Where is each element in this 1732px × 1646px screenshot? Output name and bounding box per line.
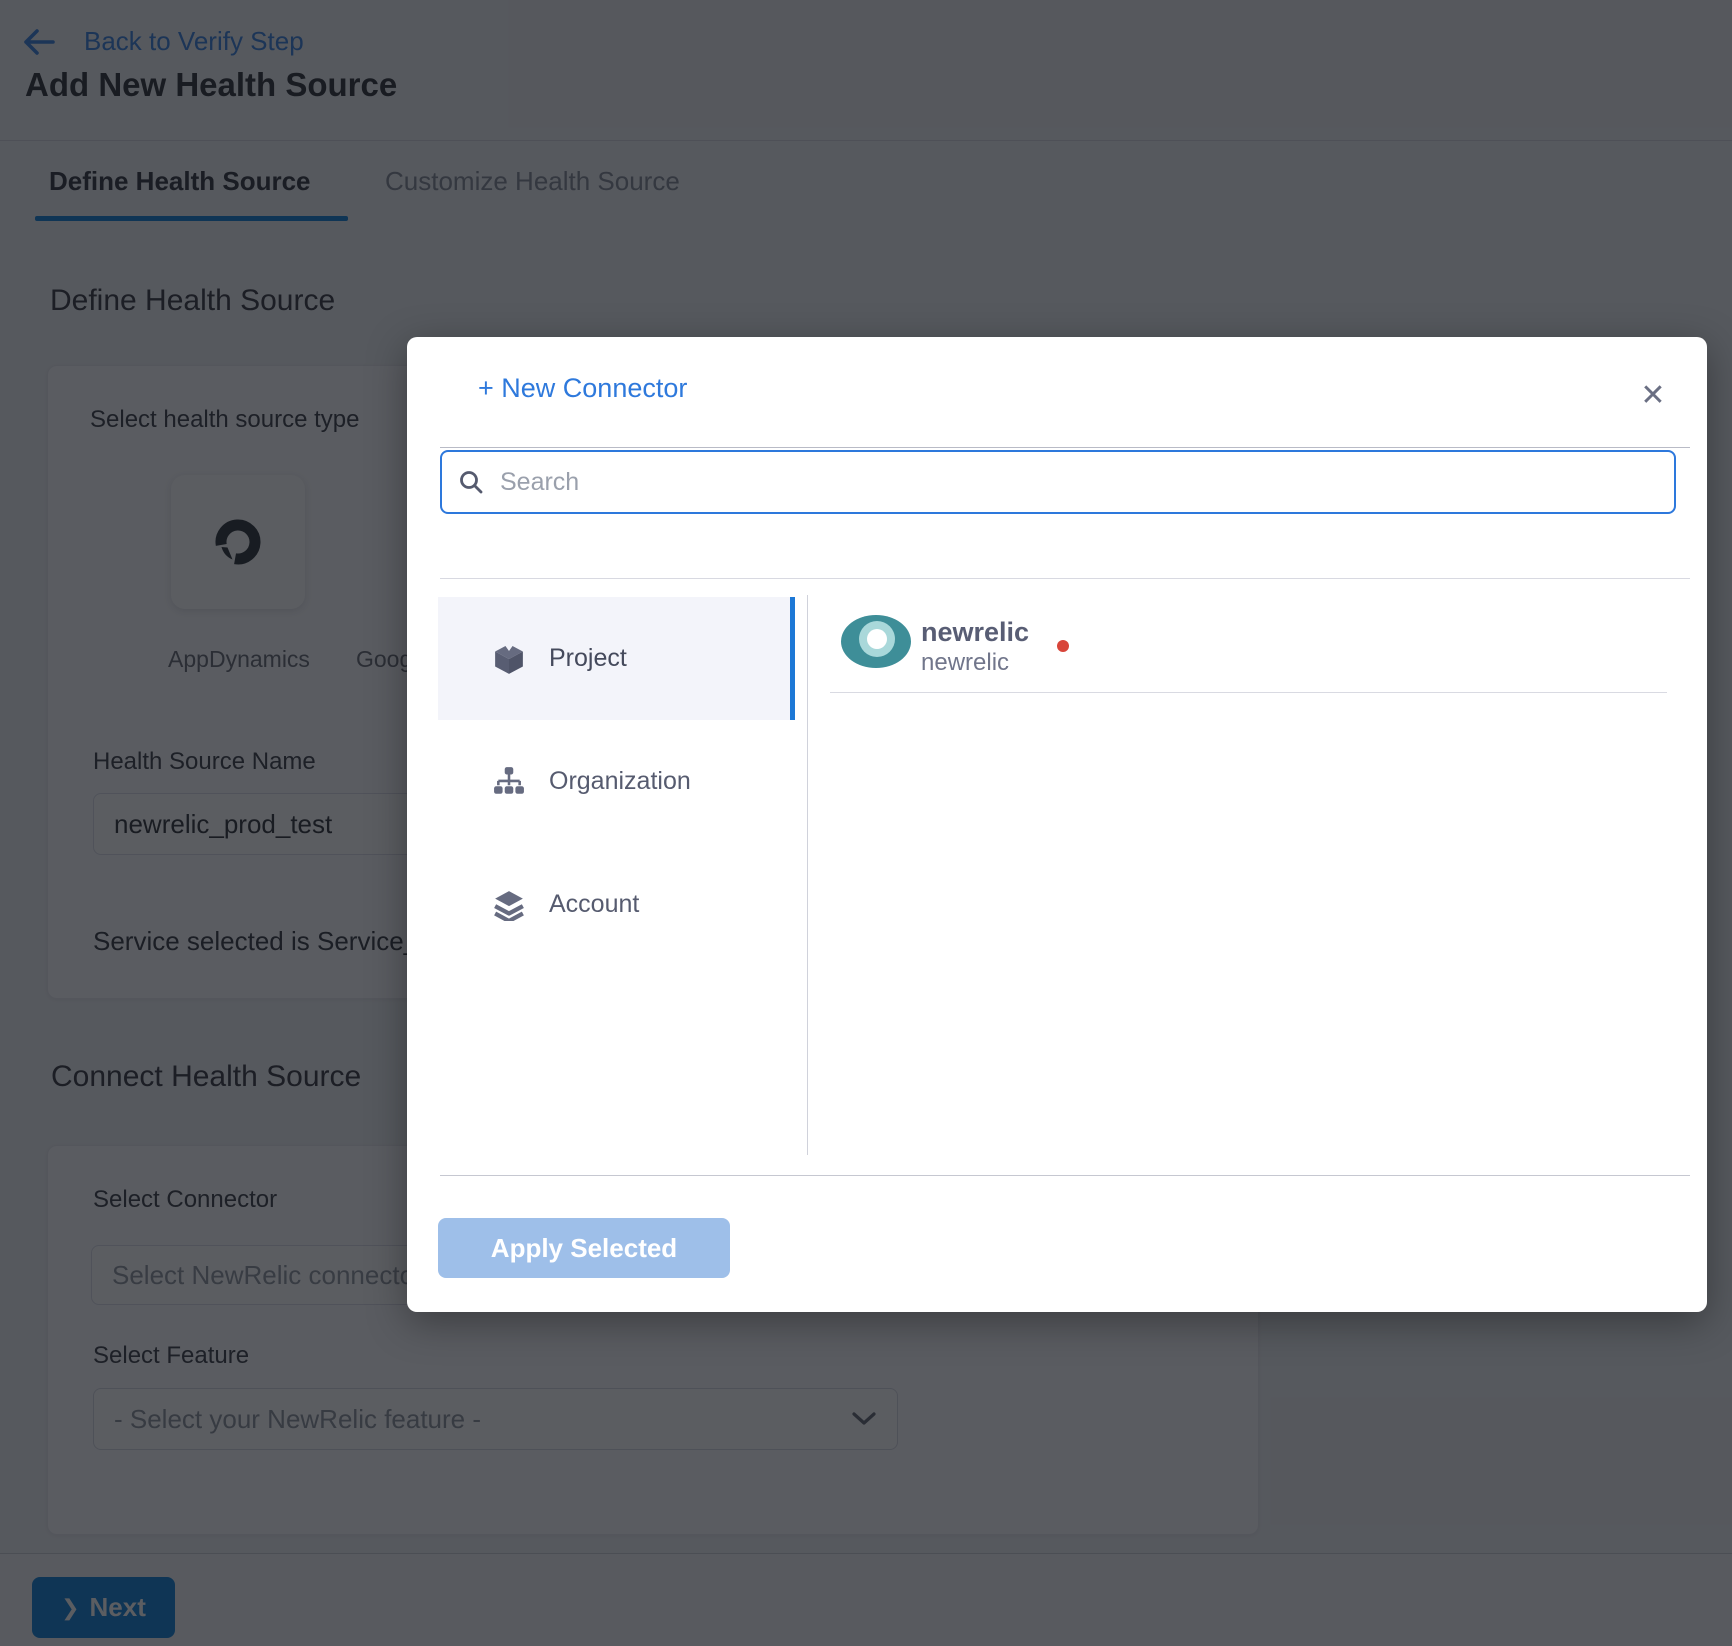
scope-tab-account[interactable]: Account [438, 843, 795, 966]
connector-select-modal: + New Connector ✕ Project [407, 337, 1707, 1312]
modal-header-divider [440, 447, 1690, 448]
close-icon[interactable]: ✕ [1631, 373, 1675, 417]
connector-list-item-newrelic[interactable]: newrelic newrelic [830, 602, 1667, 692]
apply-selected-button[interactable]: Apply Selected [438, 1218, 730, 1278]
search-input[interactable] [498, 467, 1658, 498]
connector-name: newrelic [921, 617, 1029, 648]
scope-tab-project-label: Project [549, 644, 627, 673]
connector-row-separator [830, 692, 1667, 693]
account-layers-icon [493, 889, 525, 921]
scope-tab-project[interactable]: Project [438, 597, 795, 720]
newrelic-logo-icon [841, 615, 911, 668]
scope-tab-organization-label: Organization [549, 767, 691, 796]
scope-tab-account-label: Account [549, 890, 639, 919]
connector-status-dot [1057, 640, 1069, 652]
scope-list-divider [807, 595, 808, 1155]
connector-search [440, 450, 1676, 514]
scope-tab-organization[interactable]: Organization [438, 720, 795, 843]
project-cube-icon [493, 643, 525, 675]
modal-footer-divider [440, 1175, 1690, 1176]
new-connector-link[interactable]: + New Connector [478, 373, 687, 404]
organization-icon [493, 766, 525, 798]
modal-body-divider [440, 578, 1690, 579]
connector-id: newrelic [921, 649, 1009, 677]
apply-selected-label: Apply Selected [491, 1233, 677, 1264]
search-icon [458, 469, 484, 495]
